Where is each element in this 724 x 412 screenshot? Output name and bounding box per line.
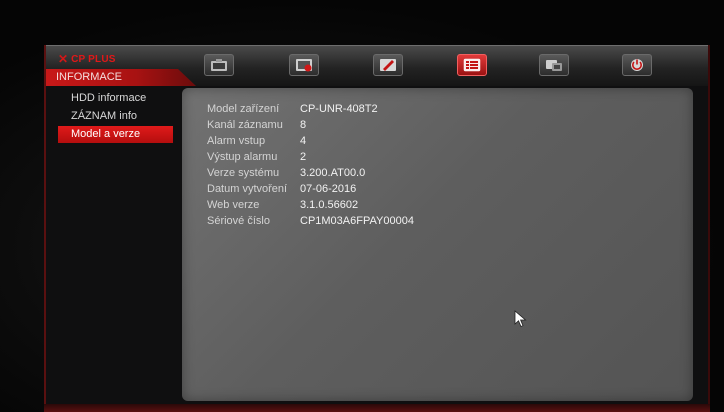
info-value: 8: [300, 119, 307, 131]
brand-logo: ✕ CP PLUS: [58, 50, 138, 68]
info-icon: [463, 58, 481, 72]
info-value: 2: [300, 151, 307, 163]
info-value: 3.200.AT00.0: [300, 167, 366, 179]
info-label: Datum vytvoření: [207, 183, 288, 195]
sidebar-item-model-version[interactable]: Model a verze: [58, 126, 173, 143]
info-row-serial-number: Sériové číslo CP1M03A6FPAY00004: [207, 213, 414, 229]
record-icon: [296, 59, 312, 72]
info-label: Alarm vstup: [207, 135, 266, 147]
info-label: Model zařízení: [207, 103, 280, 115]
dvr-information-window: ✕ CP PLUS INFORMACE HDD informace ZÁZNAM…: [44, 45, 710, 412]
info-row-alarm-in: Alarm vstup 4: [207, 133, 414, 149]
tab-information[interactable]: [457, 54, 487, 76]
info-label: Kanál záznamu: [207, 119, 283, 131]
info-value: 4: [300, 135, 307, 147]
info-label: Výstup alarmu: [207, 151, 278, 163]
tab-camera[interactable]: [204, 54, 234, 76]
info-row-alarm-out: Výstup alarmu 2: [207, 149, 414, 165]
info-row-record-channels: Kanál záznamu 8: [207, 117, 414, 133]
alarm-icon: [380, 59, 396, 71]
brand-logo-text: CP PLUS: [71, 53, 116, 65]
mouse-cursor-icon: [514, 310, 527, 328]
device-info-table: Model zařízení CP-UNR-408T2 Kanál záznam…: [207, 101, 414, 229]
network-icon: [546, 60, 562, 71]
info-row-web-version: Web verze 3.1.0.56602: [207, 197, 414, 213]
shutdown-icon: [631, 59, 643, 71]
content-panel: Model zařízení CP-UNR-408T2 Kanál záznam…: [182, 88, 693, 401]
brand-block: ✕ CP PLUS INFORMACE: [46, 46, 196, 86]
info-label: Sériové číslo: [207, 215, 270, 227]
tab-record[interactable]: [289, 54, 319, 76]
sidebar-item-record-info[interactable]: ZÁZNAM info: [58, 108, 173, 125]
info-row-build-date: Datum vytvoření 07-06-2016: [207, 181, 414, 197]
tab-network[interactable]: [539, 54, 569, 76]
info-value: 3.1.0.56602: [300, 199, 359, 211]
info-label: Verze systému: [207, 167, 280, 179]
sidebar-menu: HDD informace ZÁZNAM info Model a verze: [58, 90, 173, 144]
camera-icon: [211, 59, 227, 71]
section-title: INFORMACE: [46, 69, 196, 86]
info-row-system-version: Verze systému 3.200.AT00.0: [207, 165, 414, 181]
window-bottom-edge: [44, 404, 710, 412]
info-value: 07-06-2016: [300, 183, 357, 195]
top-toolbar: ✕ CP PLUS INFORMACE: [46, 45, 708, 86]
info-value: CP1M03A6FPAY00004: [300, 215, 414, 227]
info-value: CP-UNR-408T2: [300, 103, 378, 115]
info-row-model: Model zařízení CP-UNR-408T2: [207, 101, 414, 117]
tab-alarm[interactable]: [373, 54, 403, 76]
tab-shutdown[interactable]: [622, 54, 652, 76]
info-label: Web verze: [207, 199, 260, 211]
brand-logo-mark-icon: ✕: [58, 52, 69, 66]
sidebar-item-hdd-info[interactable]: HDD informace: [58, 90, 173, 107]
